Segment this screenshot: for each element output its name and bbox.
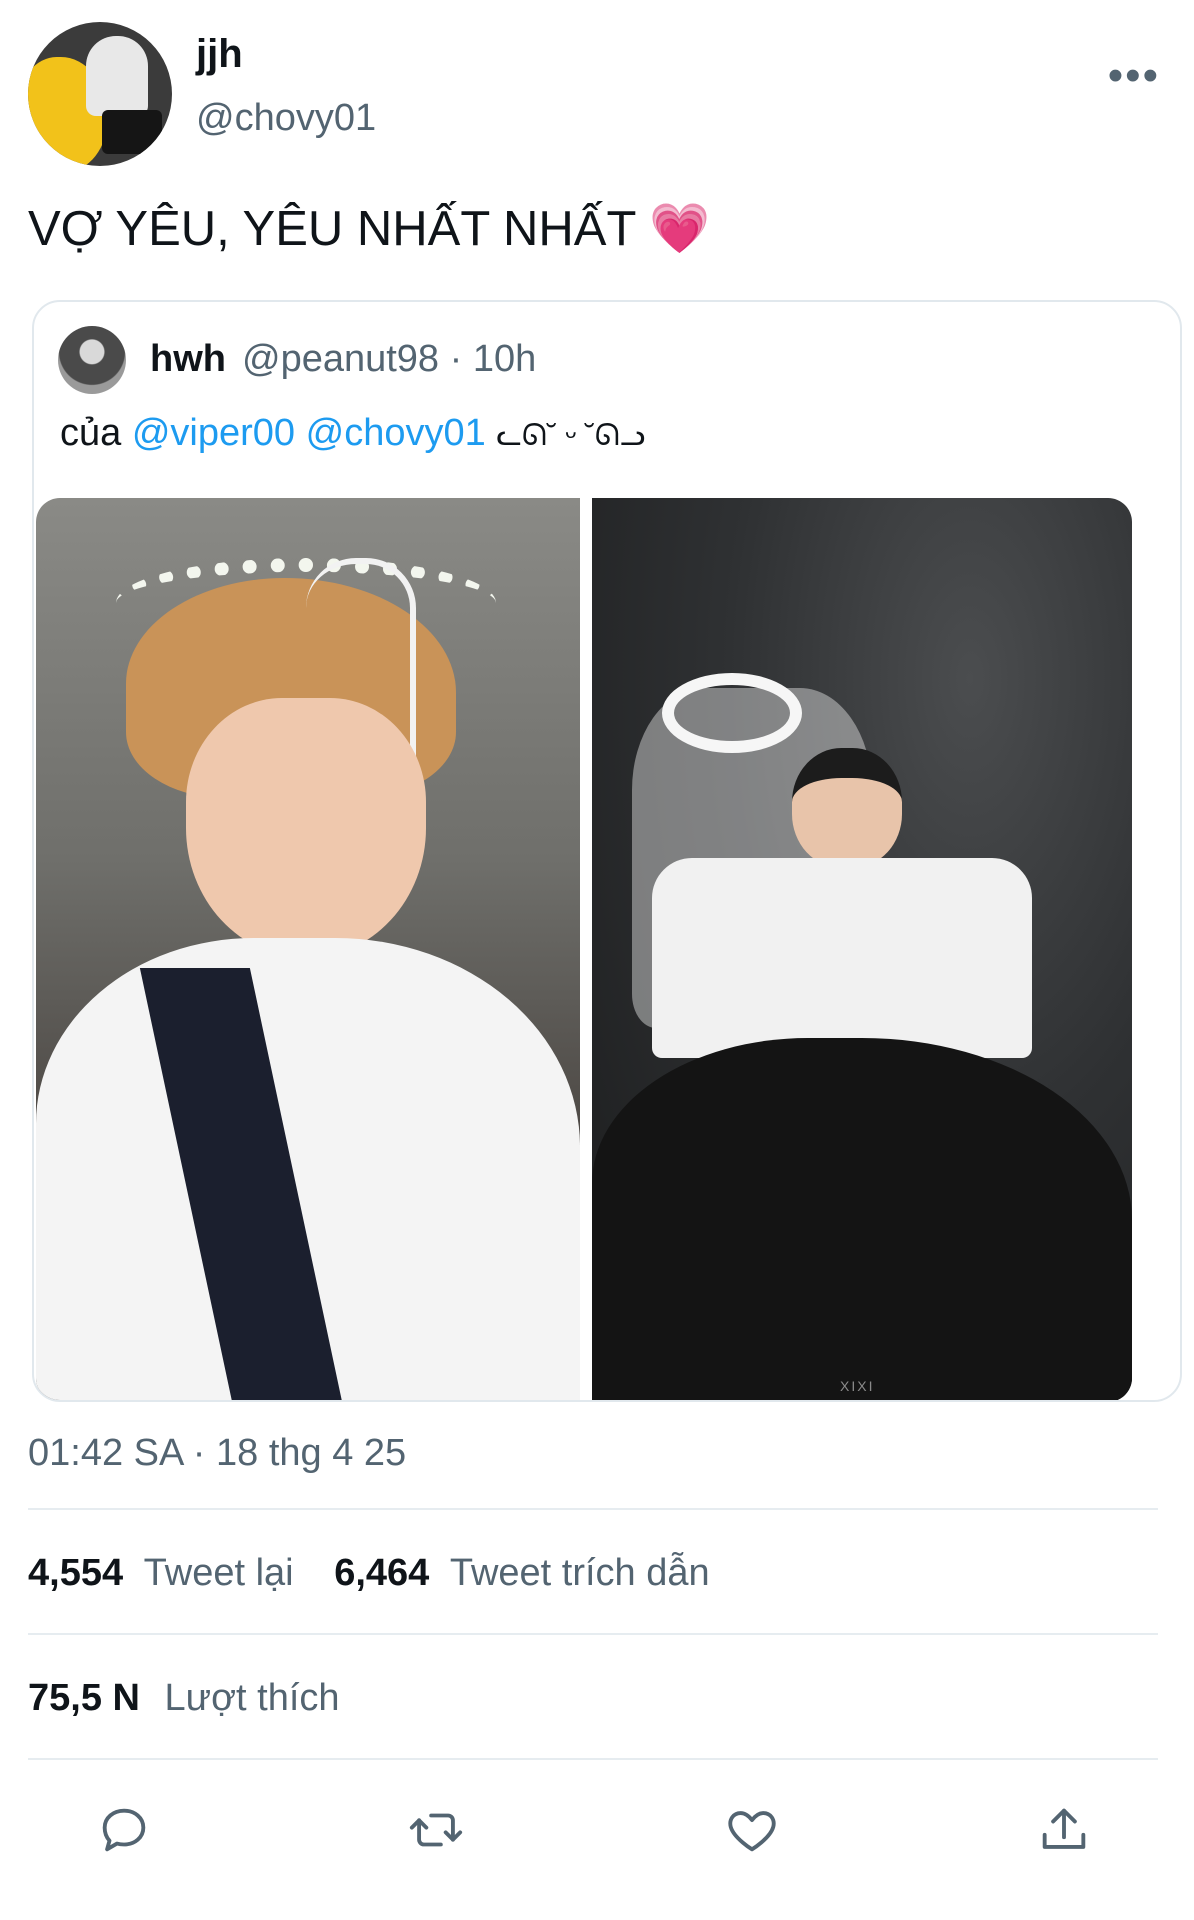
avatar-chair [102,110,162,154]
quotes-count[interactable]: 6,464 [334,1552,429,1594]
retweet-stats: 4,554 Tweet lại 6,464 Tweet trích dẫn [28,1552,710,1595]
divider [28,1758,1158,1760]
share-icon [1042,1808,1086,1849]
more-icon[interactable]: ••• [1108,54,1160,98]
retweet-icon [409,1813,463,1847]
quoted-media[interactable]: XIXI [36,498,1132,1400]
share-button[interactable] [1032,1798,1096,1862]
quotes-label[interactable]: Tweet trích dẫn [450,1552,710,1594]
reply-button[interactable] [92,1798,156,1862]
photo-flower-wreath [662,673,802,753]
quoted-tweet[interactable]: hwh @peanut98 · 10h của @viper00 @chovy0… [32,300,1182,1402]
pink-heart-emoji: 💗 [649,202,711,256]
like-icon [728,1811,776,1852]
retweet-button[interactable] [404,1798,468,1862]
quoted-name[interactable]: hwh [150,338,226,381]
author-handle[interactable]: @chovy01 [196,97,376,140]
author-name[interactable]: jjh [196,32,243,77]
reply-icon [102,1808,146,1852]
tweet-body: VỢ YÊU, YÊU NHẤT NHẤT [28,202,636,256]
photo-watermark: XIXI [840,1378,875,1394]
photo-veil-stage[interactable]: XIXI [592,498,1132,1400]
quoted-text: của @viper00 @chovy01 ᓚᘏ˘ ᵕ ˘ᘏᓗ [60,412,645,455]
avatar-person [86,36,148,116]
photo-face [186,698,426,958]
photo-flower-crown-selfie[interactable] [36,498,580,1400]
quoted-text-prefix: của [60,412,122,454]
tweet-actions [0,1790,1194,1870]
photo-person-shirt [652,858,1032,1058]
retweets-label[interactable]: Tweet lại [144,1552,294,1594]
tweet-header: jjh @chovy01 ••• [28,22,1168,172]
author-avatar[interactable] [28,22,172,166]
quoted-kaomoji: ᓚᘏ˘ ᵕ ˘ᘏᓗ [496,419,646,452]
likes-label[interactable]: Lượt thích [165,1677,340,1719]
photo-person-face [792,748,902,868]
like-button[interactable] [720,1798,784,1862]
quoted-avatar[interactable] [58,326,126,394]
quoted-handle-time: @peanut98 · 10h [242,338,537,380]
divider [28,1508,1158,1510]
mention-chovy[interactable]: @chovy01 [306,412,486,454]
divider [28,1633,1158,1635]
likes-count[interactable]: 75,5 N [28,1677,140,1719]
like-stats: 75,5 N Lượt thích [28,1677,340,1720]
retweets-count[interactable]: 4,554 [28,1552,123,1594]
tweet-timestamp[interactable]: 01:42 SA · 18 thg 4 25 [28,1432,406,1475]
photo-audience [592,1038,1132,1400]
tweet-text: VỢ YÊU, YÊU NHẤT NHẤT 💗 [28,200,710,257]
mention-viper[interactable]: @viper00 [132,412,295,454]
